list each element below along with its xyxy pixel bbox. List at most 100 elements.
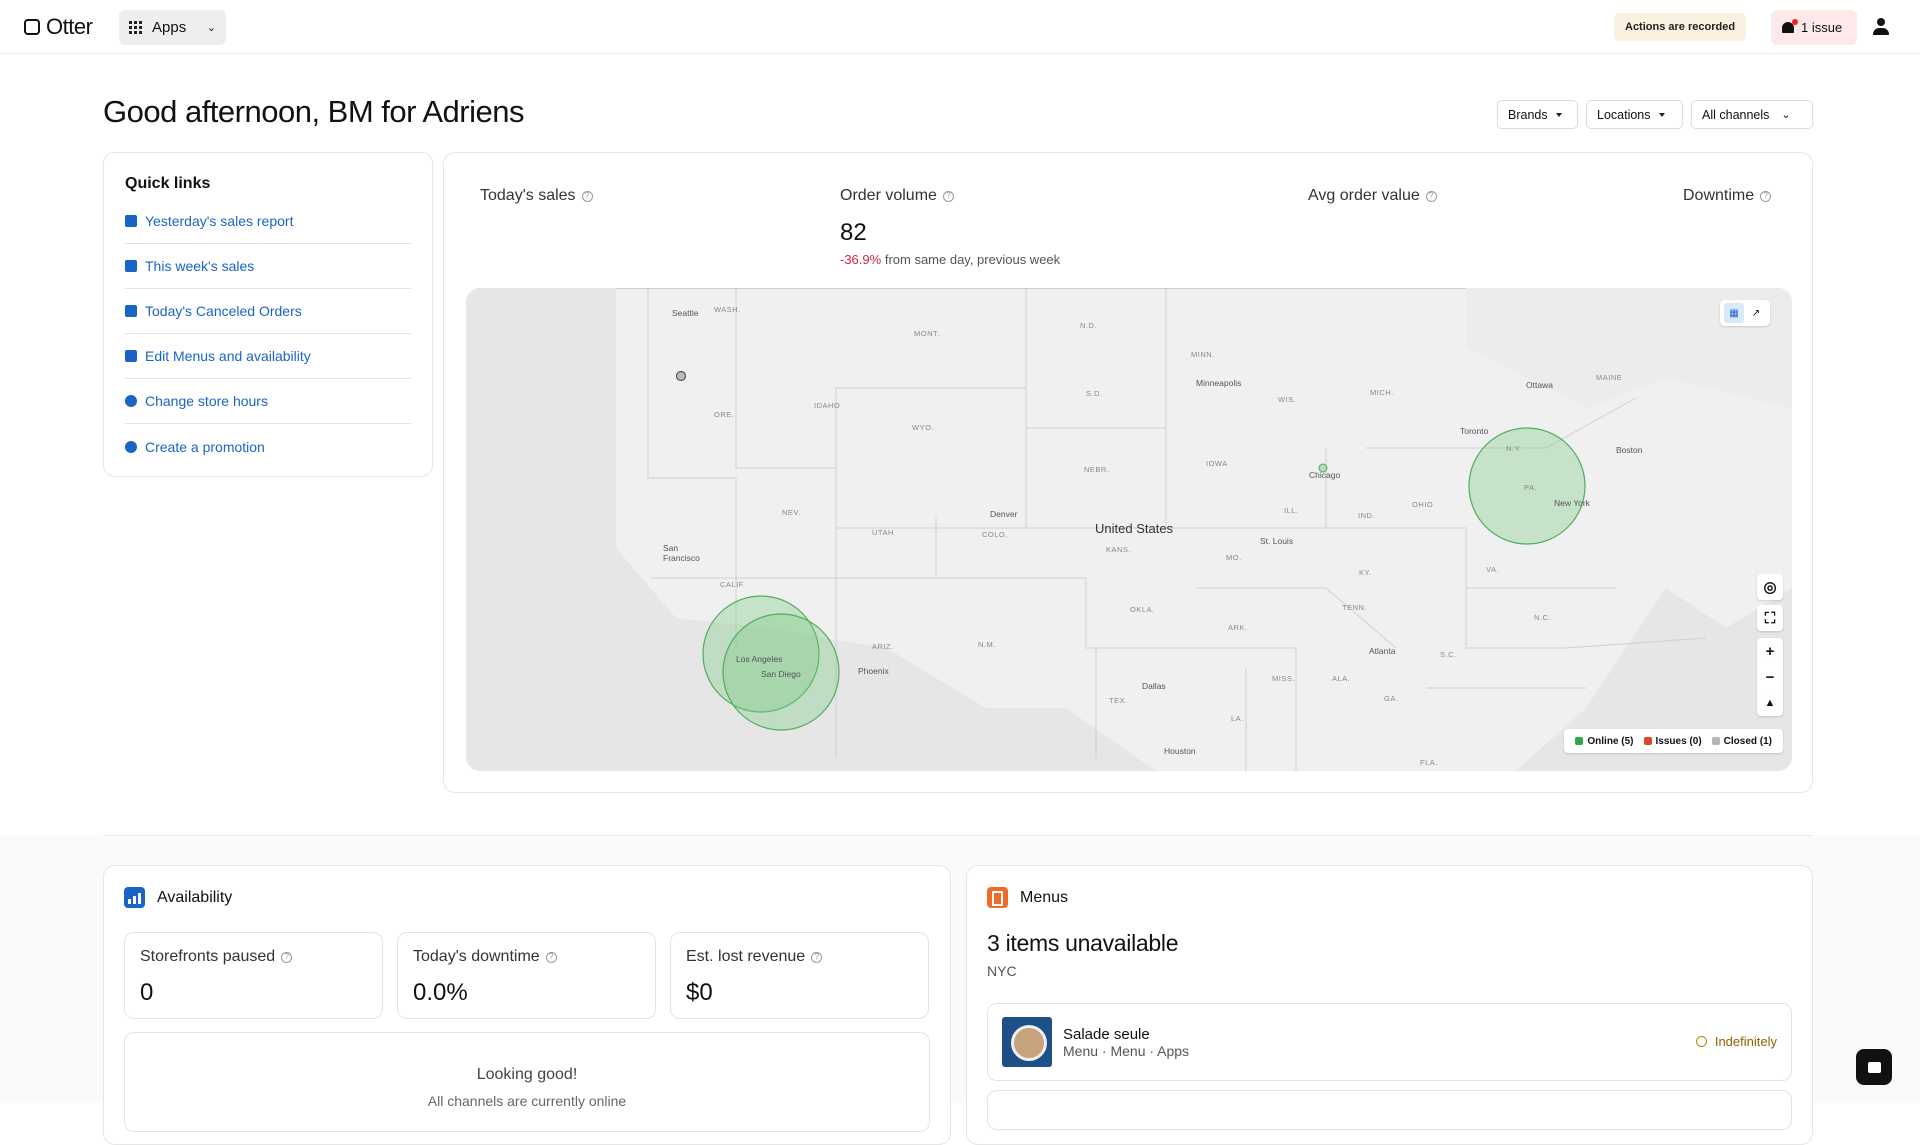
quick-link-week-sales[interactable]: This week's sales [125,244,411,289]
locations-filter[interactable]: Locations [1586,100,1683,129]
state-label: KY. [1359,568,1372,577]
grid-icon [129,21,142,34]
city-label: San Diego [761,669,801,679]
order-volume-delta: -36.9% from same day, previous week [840,252,1060,267]
stat-label: Storefronts paused [140,948,276,965]
order-volume-value: 82 [840,219,867,246]
help-icon[interactable]: ? [811,951,823,963]
locations-map[interactable]: Seattle Minneapolis Ottawa Toronto Bosto… [466,288,1792,771]
top-bar: Otter Apps ⌄ Actions are recorded 1 issu… [0,0,1920,54]
state-label: MINN. [1191,350,1215,359]
stat-label: Est. lost revenue [686,948,806,965]
quick-link-label: Yesterday's sales report [145,213,294,229]
section-divider [103,835,1813,836]
chevron-down-icon: ⌄ [206,22,216,34]
downtime-metric[interactable]: Downtime ? [1683,187,1772,205]
quick-link-yesterday-sales[interactable]: Yesterday's sales report [125,199,411,244]
quick-link-label: This week's sales [145,258,255,274]
otter-logo[interactable]: Otter [24,14,93,40]
map-legend: Online (5) Issues (0) Closed (1) [1564,729,1783,753]
help-icon[interactable]: ? [1760,190,1772,202]
menus-header: Menus [987,887,1068,908]
availability-header: Availability [124,887,232,908]
stat-value: $0 [686,979,713,1006]
document-icon [125,260,137,272]
metric-label: Avg order value [1308,187,1420,204]
menus-title: Menus [1020,888,1069,906]
bell-icon [1781,18,1798,35]
chat-button[interactable] [1856,1049,1892,1085]
country-label: United States [1095,521,1174,536]
channels-label: All channels [1702,107,1770,122]
quick-link-label: Edit Menus and availability [145,348,311,364]
state-label: LA. [1231,714,1244,723]
brands-filter[interactable]: Brands [1497,100,1578,129]
todays-sales-metric[interactable]: Today's sales ? [480,187,593,205]
all-online-message: Looking good! All channels are currently… [124,1032,930,1132]
apps-button[interactable]: Apps ⌄ [119,10,226,45]
stat-label-row: Today's downtime? [413,948,557,966]
locate-icon[interactable]: ◎ [1757,574,1783,600]
user-icon[interactable] [1873,18,1889,36]
zoom-out-button[interactable]: − [1757,664,1783,690]
help-icon[interactable]: ? [581,190,593,202]
city-label: Atlanta [1369,646,1396,656]
quick-link-canceled-orders[interactable]: Today's Canceled Orders [125,289,411,334]
stat-value: 0 [140,979,154,1006]
quick-link-label: Change store hours [145,393,268,409]
stat-label-row: Est. lost revenue? [686,948,823,966]
good-title: Looking good! [476,1066,578,1083]
stat-label: Today's downtime [413,948,540,965]
quick-link-store-hours[interactable]: Change store hours [125,379,411,424]
state-label: N.Y. [1506,444,1522,453]
good-subtitle: All channels are currently online [427,1093,627,1109]
order-volume-metric[interactable]: Order volume ? [840,187,954,205]
city-label: Chicago [1309,470,1341,480]
stat-label-row: Storefronts paused? [140,948,293,966]
state-label: ILL. [1284,506,1299,515]
fullscreen-icon[interactable]: ⛶ [1757,605,1783,631]
canceled-orders-icon [125,305,137,317]
logo-text: Otter [46,14,93,39]
state-label: N.C. [1534,613,1551,622]
clock-icon [125,395,137,407]
legend-issues: Issues (0) [1643,735,1702,747]
legend-label: Issues (0) [1655,735,1702,747]
state-label: MISS. [1272,674,1295,683]
apps-label: Apps [152,19,187,36]
actions-recorded-badge[interactable]: Actions are recorded [1614,13,1747,41]
legend-label: Online (5) [1587,735,1634,747]
state-label: CALIF. [720,580,746,589]
help-icon[interactable]: ? [545,951,557,963]
storefronts-paused-stat: Storefronts paused? 0 [124,932,383,1019]
issues-dot-icon [1643,736,1652,745]
state-label: OKLA. [1130,605,1155,614]
unavailable-item-row[interactable] [987,1090,1792,1130]
menu-icon [987,887,1008,908]
state-label: S.D. [1086,389,1103,398]
legend-closed: Closed (1) [1711,736,1772,747]
state-label: NEV. [782,508,801,517]
state-label: MICH. [1370,388,1394,397]
help-icon[interactable]: ? [1425,190,1437,202]
quick-link-create-promotion[interactable]: Create a promotion [125,424,411,469]
help-icon[interactable]: ? [942,190,954,202]
channels-filter[interactable]: All channels ⌄ [1691,100,1813,129]
delta-percent: -36.9% [840,252,882,267]
compass-icon[interactable]: ▲ [1757,690,1783,716]
online-dot-icon [1575,736,1584,745]
item-path: Menu · Menu · Apps [1063,1043,1190,1059]
quick-link-edit-menus[interactable]: Edit Menus and availability [125,334,411,379]
issues-button[interactable]: 1 issue [1771,10,1857,45]
avg-order-value-metric[interactable]: Avg order value ? [1308,187,1437,205]
unavailable-item-row[interactable]: Salade seule Menu · Menu · Apps Indefini… [987,1003,1792,1081]
city-label: Minneapolis [1196,378,1242,388]
city-label: Seattle [672,308,699,318]
menus-location: NYC [987,963,1017,979]
zoom-in-button[interactable]: + [1757,638,1783,664]
help-icon[interactable]: ? [281,951,293,963]
trend-view-icon[interactable]: ↗ [1746,303,1766,323]
stat-value: 0.0% [413,979,468,1006]
city-label: Denver [990,509,1018,519]
map-view-icon[interactable]: ▦ [1724,303,1744,323]
